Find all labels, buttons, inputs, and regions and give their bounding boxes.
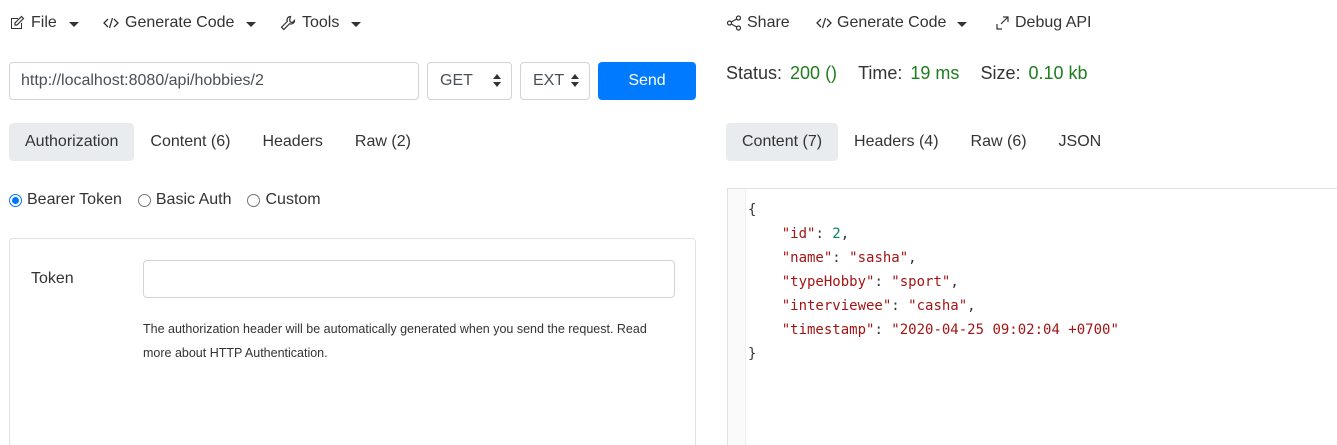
debug-api-button[interactable]: Debug API: [994, 14, 1092, 32]
response-tabs: Content (7) Headers (4) Raw (6) JSON: [726, 123, 1117, 161]
request-tabs: Authorization Content (6) Headers Raw (2…: [9, 123, 427, 161]
auth-type-radios: Bearer Token Basic Auth Custom: [9, 191, 321, 209]
json-brace-open: {: [748, 202, 757, 218]
url-input[interactable]: [9, 62, 419, 100]
debug-api-label: Debug API: [1015, 14, 1092, 31]
json-value: "sport": [891, 274, 951, 290]
file-menu[interactable]: File: [9, 14, 79, 32]
radio-checked-icon: [9, 193, 22, 207]
json-key: "name": [781, 250, 833, 266]
auth-panel: Token The authorization header will be a…: [9, 238, 696, 445]
time-value: 19 ms: [910, 63, 960, 83]
size-label: Size:: [980, 63, 1021, 83]
tab-response-headers[interactable]: Headers (4): [838, 123, 954, 161]
tab-raw[interactable]: Raw (2): [339, 123, 427, 161]
share-icon: [726, 15, 742, 31]
chevron-down-icon: [246, 21, 257, 27]
share-label: Share: [747, 14, 790, 31]
tab-content[interactable]: Content (6): [134, 123, 246, 161]
auth-help-text: The authorization header will be automat…: [143, 322, 647, 360]
json-value: "2020-04-25 09:02:04 +0700": [891, 322, 1119, 338]
send-button[interactable]: Send: [598, 62, 696, 100]
radio-custom[interactable]: Custom: [247, 191, 321, 209]
radio-label: Bearer Token: [27, 191, 122, 208]
radio-unchecked-icon: [137, 193, 151, 207]
json-value: 2: [832, 226, 841, 242]
select-arrows-icon: [493, 74, 501, 87]
select-arrows-icon: [571, 74, 579, 87]
tools-label: Tools: [302, 14, 340, 31]
tab-response-raw[interactable]: Raw (6): [955, 123, 1043, 161]
json-value: "sasha": [849, 250, 909, 266]
json-key: "timestamp": [781, 322, 875, 338]
method-select[interactable]: GET: [427, 62, 512, 100]
time-label: Time:: [858, 63, 903, 83]
radio-label: Basic Auth: [155, 191, 232, 208]
method-value: GET: [440, 72, 473, 89]
response-json: { "id": 2, "name": "sasha", "typeHobby":…: [748, 202, 1119, 362]
chevron-down-icon: [957, 21, 968, 27]
token-input[interactable]: [143, 260, 675, 298]
radio-label: Custom: [265, 191, 321, 208]
response-generate-code-label: Generate Code: [837, 14, 947, 31]
tools-menu[interactable]: Tools: [280, 14, 362, 32]
generate-code-label: Generate Code: [125, 14, 235, 31]
code-icon: [103, 17, 119, 29]
json-brace-close: }: [748, 346, 757, 362]
share-button[interactable]: Share: [726, 14, 790, 32]
json-key: "interviewee": [781, 298, 892, 314]
token-label: Token: [31, 270, 74, 287]
generate-code-menu[interactable]: Generate Code: [103, 14, 257, 32]
json-key: "id": [781, 226, 816, 242]
json-key: "typeHobby": [781, 274, 875, 290]
response-generate-code-menu[interactable]: Generate Code: [816, 14, 968, 32]
radio-basic-auth[interactable]: Basic Auth: [137, 191, 232, 209]
mode-select[interactable]: EXT: [520, 62, 590, 100]
debug-link-icon: [996, 16, 1009, 30]
chevron-down-icon: [68, 21, 79, 27]
tab-response-json[interactable]: JSON: [1043, 123, 1118, 161]
tab-authorization[interactable]: Authorization: [9, 123, 135, 161]
size-value: 0.10 kb: [1028, 63, 1088, 83]
editor-gutter: [728, 189, 746, 445]
wrench-icon: [280, 15, 296, 31]
mode-value: EXT: [533, 72, 565, 89]
tab-response-content[interactable]: Content (7): [726, 123, 839, 161]
status-value: 200 (): [790, 63, 838, 83]
file-menu-label: File: [31, 14, 57, 31]
radio-bearer-token[interactable]: Bearer Token: [9, 191, 122, 209]
tab-headers[interactable]: Headers: [246, 123, 338, 161]
status-label: Status:: [726, 63, 783, 83]
json-value: "casha": [908, 298, 968, 314]
status-line: Status: 200 () Time: 19 ms Size: 0.10 kb: [726, 63, 1109, 84]
code-icon: [816, 17, 832, 29]
chevron-down-icon: [351, 21, 362, 27]
radio-unchecked-icon: [247, 193, 261, 207]
response-body[interactable]: { "id": 2, "name": "sasha", "typeHobby":…: [727, 188, 1337, 445]
edit-icon: [11, 15, 25, 29]
